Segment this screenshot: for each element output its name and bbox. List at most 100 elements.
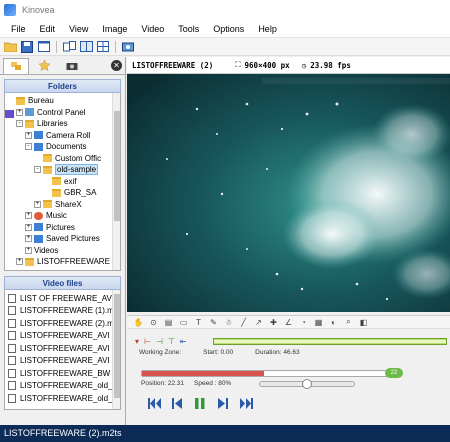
go-to-start-icon[interactable]: ⇤	[180, 337, 187, 346]
explorer-tab-icon[interactable]	[3, 57, 29, 74]
folder-tree-item[interactable]: - Libraries	[5, 118, 120, 130]
previous-frame-icon[interactable]	[170, 397, 184, 409]
comment-icon[interactable]: ▤	[163, 317, 174, 328]
menu-view[interactable]: View	[62, 24, 95, 34]
expand-icon[interactable]: +	[25, 223, 32, 231]
position-slider[interactable]	[141, 370, 399, 377]
folder-tree-scrollbar[interactable]	[112, 93, 120, 270]
key-image-icon[interactable]: ⊙	[148, 317, 159, 328]
speed-slider[interactable]	[259, 379, 355, 389]
file-list-scrollbar[interactable]	[112, 290, 120, 409]
menu-tools[interactable]: Tools	[171, 24, 206, 34]
angle-tool-icon[interactable]: ∠	[283, 317, 294, 328]
video-file-item[interactable]: LISTOFFREEWARE_AVI	[5, 342, 120, 355]
scrollbar-thumb[interactable]	[114, 111, 120, 221]
folder-tree[interactable]: Bureau + Control Panel - Libraries + Camera Ro…	[4, 93, 121, 271]
human-model-icon[interactable]: ☃	[223, 317, 234, 328]
save-icon[interactable]	[20, 40, 34, 53]
menu-file[interactable]: File	[4, 24, 33, 34]
menu-edit[interactable]: Edit	[33, 24, 63, 34]
snapshot-icon[interactable]: ▭	[178, 317, 189, 328]
video-file-item[interactable]: LISTOFFREEWARE_BW	[5, 367, 120, 380]
speed-slider-knob[interactable]	[302, 379, 312, 389]
last-frame-icon[interactable]	[239, 397, 253, 409]
pencil-icon[interactable]: ✎	[208, 317, 219, 328]
video-file-item[interactable]: LISTOFFREEWARE (1).m	[5, 305, 120, 318]
grid-view-icon[interactable]	[96, 40, 110, 53]
duration-label: Duration: 46.63	[255, 349, 300, 356]
folder-tree-item[interactable]: + Music	[5, 210, 120, 222]
collapse-icon[interactable]: -	[34, 166, 41, 174]
video-file-item[interactable]: LIST OF FREEWARE_AV	[5, 292, 120, 305]
line-tool-icon[interactable]: ╱	[238, 317, 249, 328]
main-toolbar	[0, 38, 450, 56]
toolbar-separator	[115, 40, 116, 53]
open-folder-icon[interactable]	[3, 40, 17, 53]
folder-tree-item[interactable]: Custom Offic	[5, 153, 120, 165]
folder-tree-item[interactable]: + Camera Roll	[5, 130, 120, 142]
out-point-icon[interactable]: ⊣	[156, 337, 163, 346]
close-panel-icon[interactable]: ✕	[111, 60, 122, 71]
position-badge[interactable]: 22	[385, 368, 403, 378]
cross-marker-icon[interactable]: ✚	[268, 317, 279, 328]
menu-video[interactable]: Video	[134, 24, 171, 34]
expand-icon[interactable]: +	[34, 200, 41, 208]
expand-icon[interactable]: +	[25, 246, 32, 254]
color-profile-icon[interactable]: ◧	[358, 317, 369, 328]
magnifier-icon[interactable]: ⌕	[343, 317, 354, 328]
folder-tree-item[interactable]: + LISTOFFREEWARE	[5, 256, 120, 268]
camera-tab-icon[interactable]	[59, 58, 85, 74]
folder-tree-item[interactable]: + Pictures	[5, 222, 120, 234]
folder-tree-label: Libraries	[37, 119, 68, 129]
menu-image[interactable]: Image	[95, 24, 134, 34]
dual-view-icon[interactable]	[79, 40, 93, 53]
scrollbar-thumb[interactable]	[114, 294, 120, 398]
video-file-item[interactable]: LISTOFFREEWARE (2).m	[5, 317, 120, 330]
expand-icon[interactable]: +	[25, 235, 32, 243]
single-view-icon[interactable]	[37, 40, 51, 53]
in-point-icon[interactable]: ⊢	[144, 337, 151, 346]
folder-tree-item[interactable]: Bureau	[5, 95, 120, 107]
collapse-icon[interactable]: -	[16, 120, 23, 128]
menu-help[interactable]: Help	[251, 24, 284, 34]
hand-tool-icon[interactable]: ✋	[133, 317, 144, 328]
video-file-item[interactable]: LISTOFFREEWARE_AVI	[5, 355, 120, 368]
working-zone-track[interactable]	[213, 338, 447, 345]
video-file-icon	[8, 343, 16, 353]
video-file-item[interactable]: LISTOFFREEWARE_AVI	[5, 330, 120, 343]
folder-tree-item[interactable]: + ShareX	[5, 199, 120, 211]
split-view-icon[interactable]	[62, 40, 76, 53]
video-file-item[interactable]: LISTOFFREEWARE_old_	[5, 380, 120, 393]
folder-tree-item[interactable]: GBR_SA	[5, 187, 120, 199]
collapse-icon[interactable]: -	[25, 143, 32, 151]
folder-tree-item[interactable]: exif	[5, 176, 120, 188]
chrono-icon[interactable]: ◔	[298, 317, 309, 328]
expand-icon[interactable]: +	[16, 258, 23, 266]
favorites-tab-icon[interactable]	[31, 58, 57, 74]
lock-zone-icon[interactable]: ⊤	[168, 337, 175, 346]
expand-icon[interactable]: +	[25, 212, 32, 220]
resolution-icon: ⛶	[235, 60, 241, 69]
folder-tree-item[interactable]: + Control Panel	[5, 107, 120, 119]
pause-icon[interactable]	[193, 397, 207, 409]
video-file-item[interactable]: LISTOFFREEWARE_old_	[5, 392, 120, 405]
video-file-list[interactable]: LIST OF FREEWARE_AV LISTOFFREEWARE (1).m L…	[4, 290, 121, 410]
spotlight-icon[interactable]: ◐	[328, 317, 339, 328]
grid-tool-icon[interactable]: ▦	[313, 317, 324, 328]
folder-tree-item[interactable]: - old-sample	[5, 164, 120, 176]
set-start-marker-icon[interactable]: ▾	[135, 337, 139, 346]
first-frame-icon[interactable]	[147, 397, 161, 409]
capture-icon[interactable]	[121, 40, 135, 53]
next-frame-icon[interactable]	[216, 397, 230, 409]
expand-icon[interactable]: +	[16, 108, 23, 116]
folder-tree-item[interactable]: + Videos	[5, 110, 120, 257]
arrow-tool-icon[interactable]: ↗	[253, 317, 264, 328]
expand-icon[interactable]: +	[25, 131, 32, 139]
label-tool-icon[interactable]: T	[193, 317, 204, 328]
folder-tree-item[interactable]: + Saved Pictures	[5, 233, 120, 245]
menu-options[interactable]: Options	[206, 24, 251, 34]
speed-label: Speed : 80%	[194, 380, 232, 387]
video-frame[interactable]	[127, 74, 450, 312]
left-panel: ✕ Folders Bureau + Control Panel - Libraries…	[0, 57, 126, 425]
folder-tree-item[interactable]: - Documents	[5, 141, 120, 153]
